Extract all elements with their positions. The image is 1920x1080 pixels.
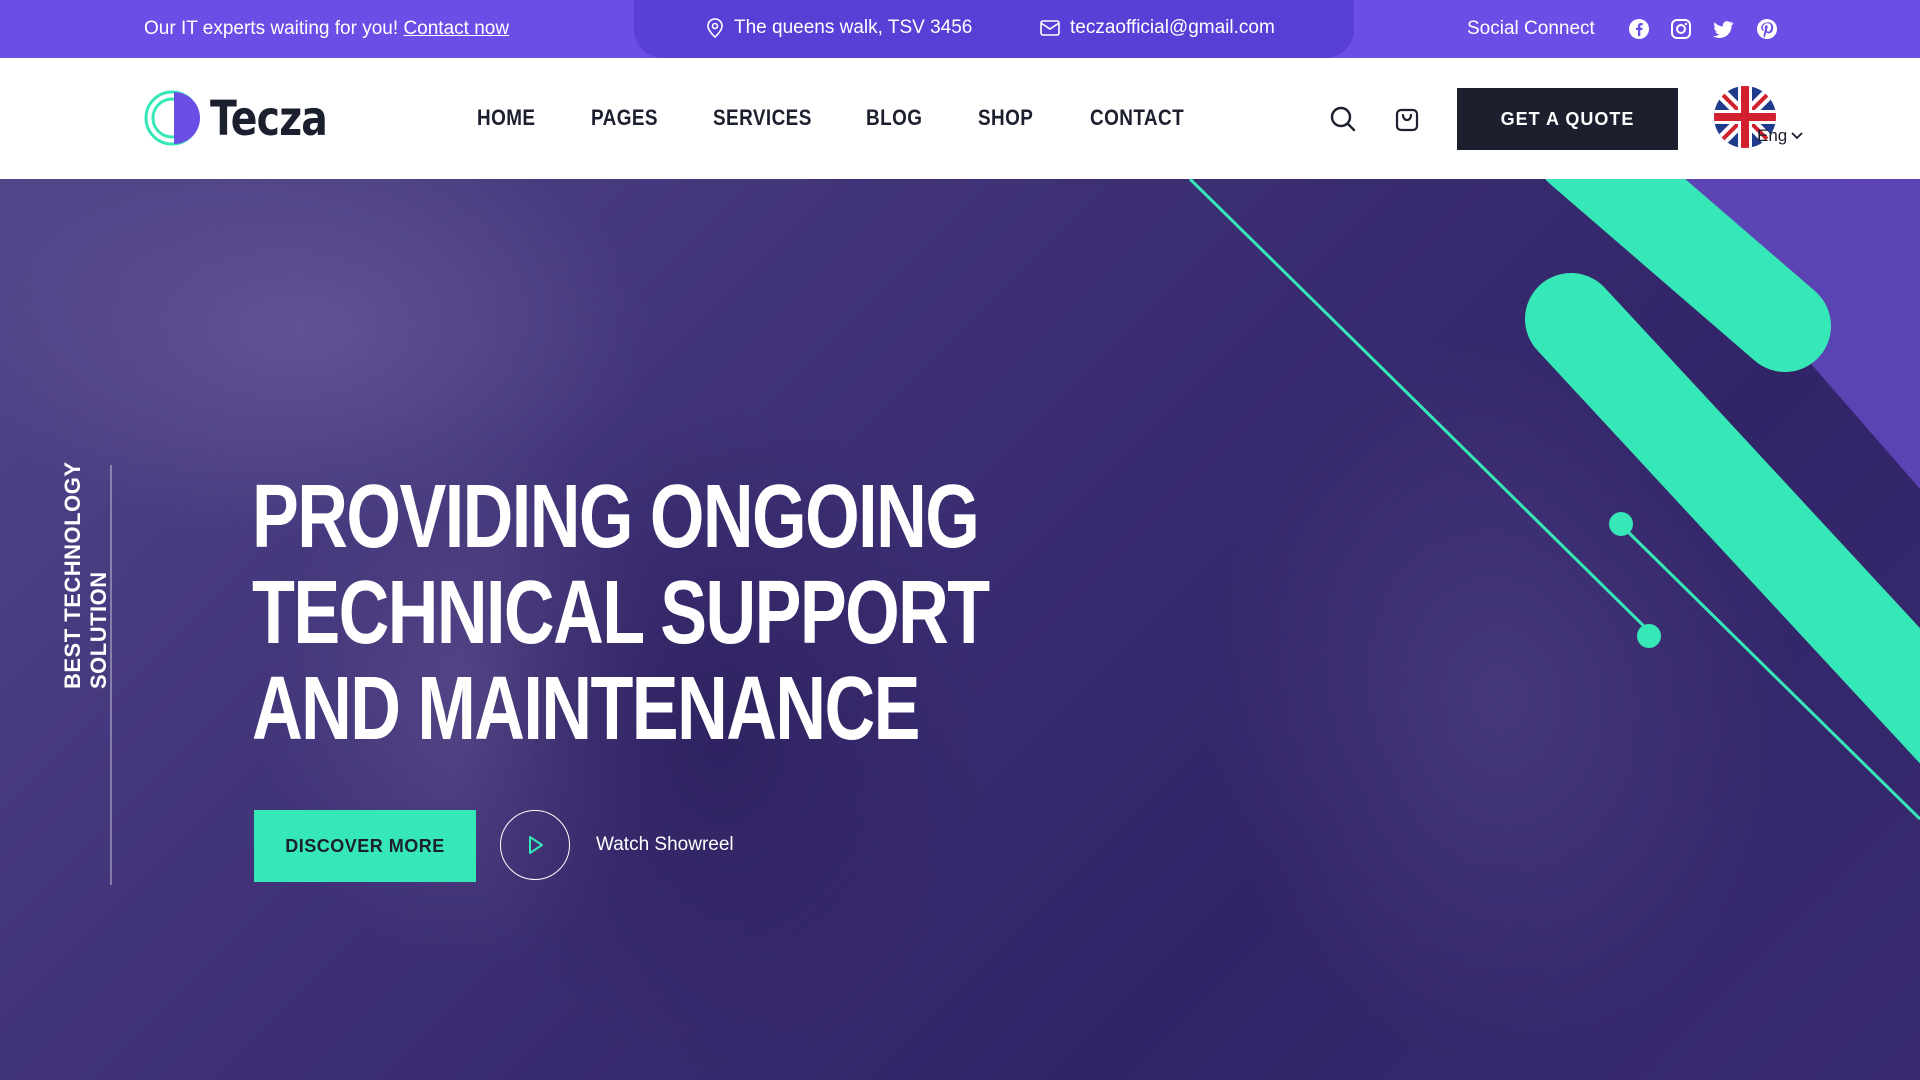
get-a-quote-button[interactable]: GET A QUOTE — [1457, 88, 1678, 150]
logo-icon[interactable] — [144, 90, 200, 146]
search-icon[interactable] — [1329, 105, 1357, 133]
nav-contact[interactable]: CONTACT — [1090, 105, 1184, 131]
headline-line-1: PROVIDING ONGOING — [252, 467, 980, 567]
play-button[interactable] — [500, 810, 570, 880]
headline-line-3: AND MAINTENANCE — [252, 659, 920, 759]
location-pin-icon — [707, 18, 723, 38]
main-navbar: Tecza HOME PAGES SERVICES BLOG SHOP CONT… — [0, 58, 1920, 179]
nav-home[interactable]: HOME — [477, 105, 535, 131]
chevron-down-icon — [1791, 132, 1803, 140]
contact-now-link[interactable]: Contact now — [403, 18, 509, 39]
nav-shop[interactable]: SHOP — [978, 105, 1033, 131]
top-message-text: Our IT experts waiting for you! — [144, 18, 399, 39]
nav-services[interactable]: SERVICES — [713, 105, 812, 131]
shopping-bag-icon[interactable] — [1393, 105, 1421, 133]
discover-more-button[interactable]: DISCOVER MORE — [254, 810, 476, 882]
address-text: The queens walk, TSV 3456 — [734, 17, 973, 38]
facebook-icon[interactable] — [1628, 18, 1650, 40]
top-message: Our IT experts waiting for you! Contact … — [144, 18, 509, 40]
hero-headline: PROVIDING ONGOING TECHNICAL SUPPORT AND … — [252, 467, 990, 759]
language-label: Eng — [1757, 126, 1788, 145]
nav-pages[interactable]: PAGES — [591, 105, 658, 131]
address-item: The queens walk, TSV 3456 — [706, 17, 972, 39]
hero-section: BEST TECHNOLOGY SOLUTION PROVIDING ONGOI… — [0, 179, 1920, 1080]
email-text: teczaofficial@gmail.com — [1070, 17, 1275, 38]
watch-showreel-link[interactable]: Watch Showreel — [596, 834, 734, 856]
logo-text[interactable]: Tecza — [210, 91, 328, 147]
play-icon — [528, 835, 543, 854]
language-selector[interactable]: Eng — [1757, 126, 1803, 146]
social-connect-label: Social Connect — [1467, 18, 1595, 39]
top-bar: Our IT experts waiting for you! Contact … — [0, 0, 1920, 58]
hero-tagline: BEST TECHNOLOGY SOLUTION — [60, 461, 111, 689]
mail-icon — [1040, 20, 1060, 36]
twitter-icon[interactable] — [1712, 18, 1734, 40]
headline-line-2: TECHNICAL SUPPORT — [252, 563, 990, 663]
email-item[interactable]: teczaofficial@gmail.com — [1040, 17, 1275, 39]
nav-blog[interactable]: BLOG — [866, 105, 922, 131]
pinterest-icon[interactable] — [1756, 18, 1778, 40]
instagram-icon[interactable] — [1670, 18, 1692, 40]
